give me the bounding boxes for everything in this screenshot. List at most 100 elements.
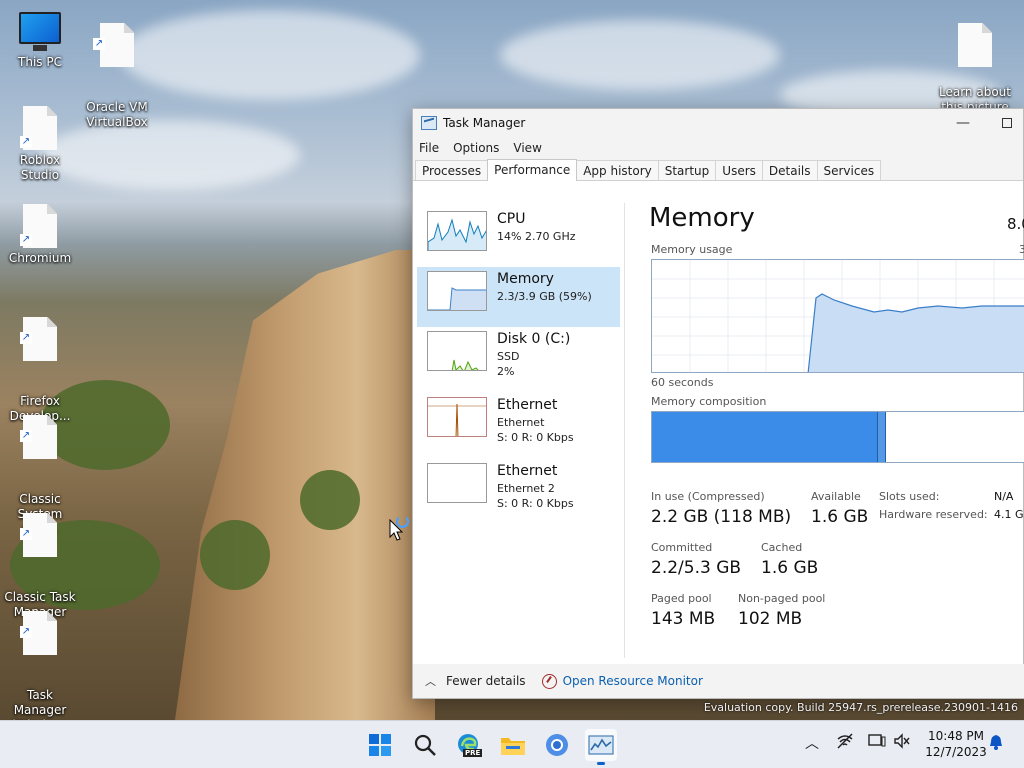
tab-processes[interactable]: Processes — [415, 160, 489, 180]
desktop-icon-label: Roblox Studio — [19, 153, 61, 182]
cached-value: 1.6 GB — [761, 558, 819, 578]
shortcut-arrow-icon: ↗ — [93, 38, 105, 50]
menu-options[interactable]: Options — [453, 141, 499, 155]
display-icon[interactable] — [868, 733, 886, 749]
memory-usage-svg — [652, 260, 1024, 372]
maximize-icon — [1002, 118, 1012, 128]
desktop-icon-virtualbox[interactable]: ↗ Oracle VM VirtualBox — [77, 8, 157, 145]
ethernet-thumbnail-graph — [427, 397, 487, 437]
slots-label: Slots used: — [879, 490, 940, 503]
in-use-label: In use (Compressed) — [651, 490, 765, 503]
resource-detail: S: 0 R: 0 Kbps — [497, 497, 574, 510]
maximize-button[interactable] — [993, 113, 1021, 133]
memory-composition-bar — [651, 411, 1024, 463]
detail-title: Memory — [649, 203, 755, 233]
clock-date: 12/7/2023 — [925, 745, 987, 759]
resource-disk[interactable]: Disk 0 (C:) SSD 2% — [417, 327, 620, 387]
memory-usage-graph — [651, 259, 1024, 373]
start-button[interactable] — [364, 729, 396, 761]
cached-label: Cached — [761, 541, 803, 554]
minimize-button[interactable]: — — [949, 113, 977, 133]
notification-bell-icon[interactable] — [988, 733, 1004, 751]
footer-bar: ︿ Fewer details Open Resource Monitor — [413, 664, 1024, 698]
tab-performance[interactable]: Performance — [487, 159, 578, 181]
resource-detail: 2.3/3.9 GB (59%) — [497, 290, 592, 303]
in-use-value: 2.2 GB (118 MB) — [651, 507, 792, 527]
network-disconnected-icon[interactable] — [836, 733, 854, 749]
shortcut-arrow-icon: ↗ — [20, 332, 32, 344]
menu-bar: File Options View — [413, 137, 1023, 159]
fewer-details-link[interactable]: Fewer details — [446, 674, 526, 688]
resource-detail: 14% 2.70 GHz — [497, 230, 576, 243]
tab-bar: Processes Performance App history Startu… — [413, 159, 1023, 181]
chromium-icon — [546, 734, 568, 756]
hardware-reserved-label: Hardware reserved: — [879, 508, 988, 521]
desktop-icon-chromium[interactable]: ↗ Chromium — [0, 204, 80, 266]
shortcut-arrow-icon: ↗ — [20, 626, 32, 638]
paged-pool-label: Paged pool — [651, 592, 712, 605]
minimize-icon: — — [956, 115, 970, 131]
clock-time: 10:48 PM — [928, 729, 984, 743]
title-bar[interactable]: Task Manager — — [413, 109, 1023, 137]
window-title: Task Manager — [443, 116, 526, 130]
resource-ethernet-2[interactable]: Ethernet Ethernet 2 S: 0 R: 0 Kbps — [417, 459, 620, 519]
menu-view[interactable]: View — [513, 141, 541, 155]
open-resource-monitor-link[interactable]: Open Resource Monitor — [563, 674, 703, 688]
chevron-up-icon[interactable]: ︿ — [425, 673, 436, 689]
total-memory: 8.0 — [1007, 215, 1024, 233]
tab-services[interactable]: Services — [816, 160, 882, 180]
composition-label: Memory composition — [651, 395, 767, 408]
composition-modified — [878, 412, 886, 462]
speaker-muted-icon[interactable] — [893, 733, 911, 749]
resource-ethernet-1[interactable]: Ethernet Ethernet S: 0 R: 0 Kbps — [417, 393, 620, 453]
file-icon — [958, 23, 992, 67]
tab-users[interactable]: Users — [715, 160, 763, 180]
desktop-icon-roblox-studio[interactable]: ↗ Roblox Studio — [0, 106, 80, 183]
taskbar-chromium[interactable] — [541, 729, 573, 761]
memory-detail-pane: Memory 8.0 Memory usage 3 60 seconds Mem — [649, 203, 1024, 658]
usage-max-label: 3 — [1019, 243, 1024, 256]
desktop-icon-this-pc[interactable]: This PC — [0, 8, 80, 70]
shortcut-arrow-icon: ↗ — [20, 430, 32, 442]
tab-app-history[interactable]: App history — [576, 160, 659, 180]
composition-in-use — [652, 412, 878, 462]
desktop-icon-label: Oracle VM VirtualBox — [86, 100, 148, 129]
resource-name: Ethernet — [497, 397, 558, 413]
search-icon — [414, 734, 436, 756]
desktop-icon-label: Chromium — [8, 251, 72, 265]
edge-badge: PRE — [463, 749, 483, 757]
computer-icon — [19, 12, 61, 51]
evaluation-watermark: Evaluation copy. Build 25947.rs_prerelea… — [703, 701, 1018, 714]
non-paged-pool-value: 102 MB — [738, 609, 803, 629]
task-manager-icon — [588, 735, 614, 755]
committed-value: 2.2/5.3 GB — [651, 558, 742, 578]
taskbar-edge-beta[interactable]: PRE — [453, 729, 485, 761]
resource-monitor-icon — [541, 673, 557, 689]
resource-memory[interactable]: Memory 2.3/3.9 GB (59%) — [417, 267, 620, 327]
resource-list: CPU 14% 2.70 GHz Memory 2.3/3.9 GB (59%)… — [413, 203, 625, 658]
system-clock[interactable]: 10:48 PM 12/7/2023 — [920, 728, 992, 760]
resource-name: Memory — [497, 271, 554, 287]
taskbar-task-manager[interactable] — [585, 729, 617, 765]
search-button[interactable] — [409, 729, 441, 761]
resource-name: Ethernet — [497, 463, 558, 479]
paged-pool-value: 143 MB — [651, 609, 716, 629]
memory-thumbnail-graph — [427, 271, 487, 311]
resource-cpu[interactable]: CPU 14% 2.70 GHz — [417, 207, 620, 267]
disk-thumbnail-graph — [427, 331, 487, 371]
committed-label: Committed — [651, 541, 713, 554]
menu-file[interactable]: File — [419, 141, 439, 155]
tab-startup[interactable]: Startup — [657, 160, 717, 180]
chevron-up-icon[interactable]: ︿ — [805, 733, 819, 753]
taskbar-file-explorer[interactable] — [497, 729, 529, 761]
cpu-thumbnail-graph — [427, 211, 487, 251]
available-label: Available — [811, 490, 861, 503]
usage-label: Memory usage — [651, 243, 733, 256]
resource-detail: Ethernet — [497, 416, 545, 429]
windows-logo-icon — [369, 734, 391, 756]
busy-spinner-icon — [396, 515, 409, 528]
task-manager-window: Task Manager — File Options View Process… — [412, 108, 1024, 699]
desktop-icon-label: This PC — [18, 55, 62, 69]
slots-value: N/A — [994, 490, 1014, 503]
tab-details[interactable]: Details — [761, 160, 818, 180]
